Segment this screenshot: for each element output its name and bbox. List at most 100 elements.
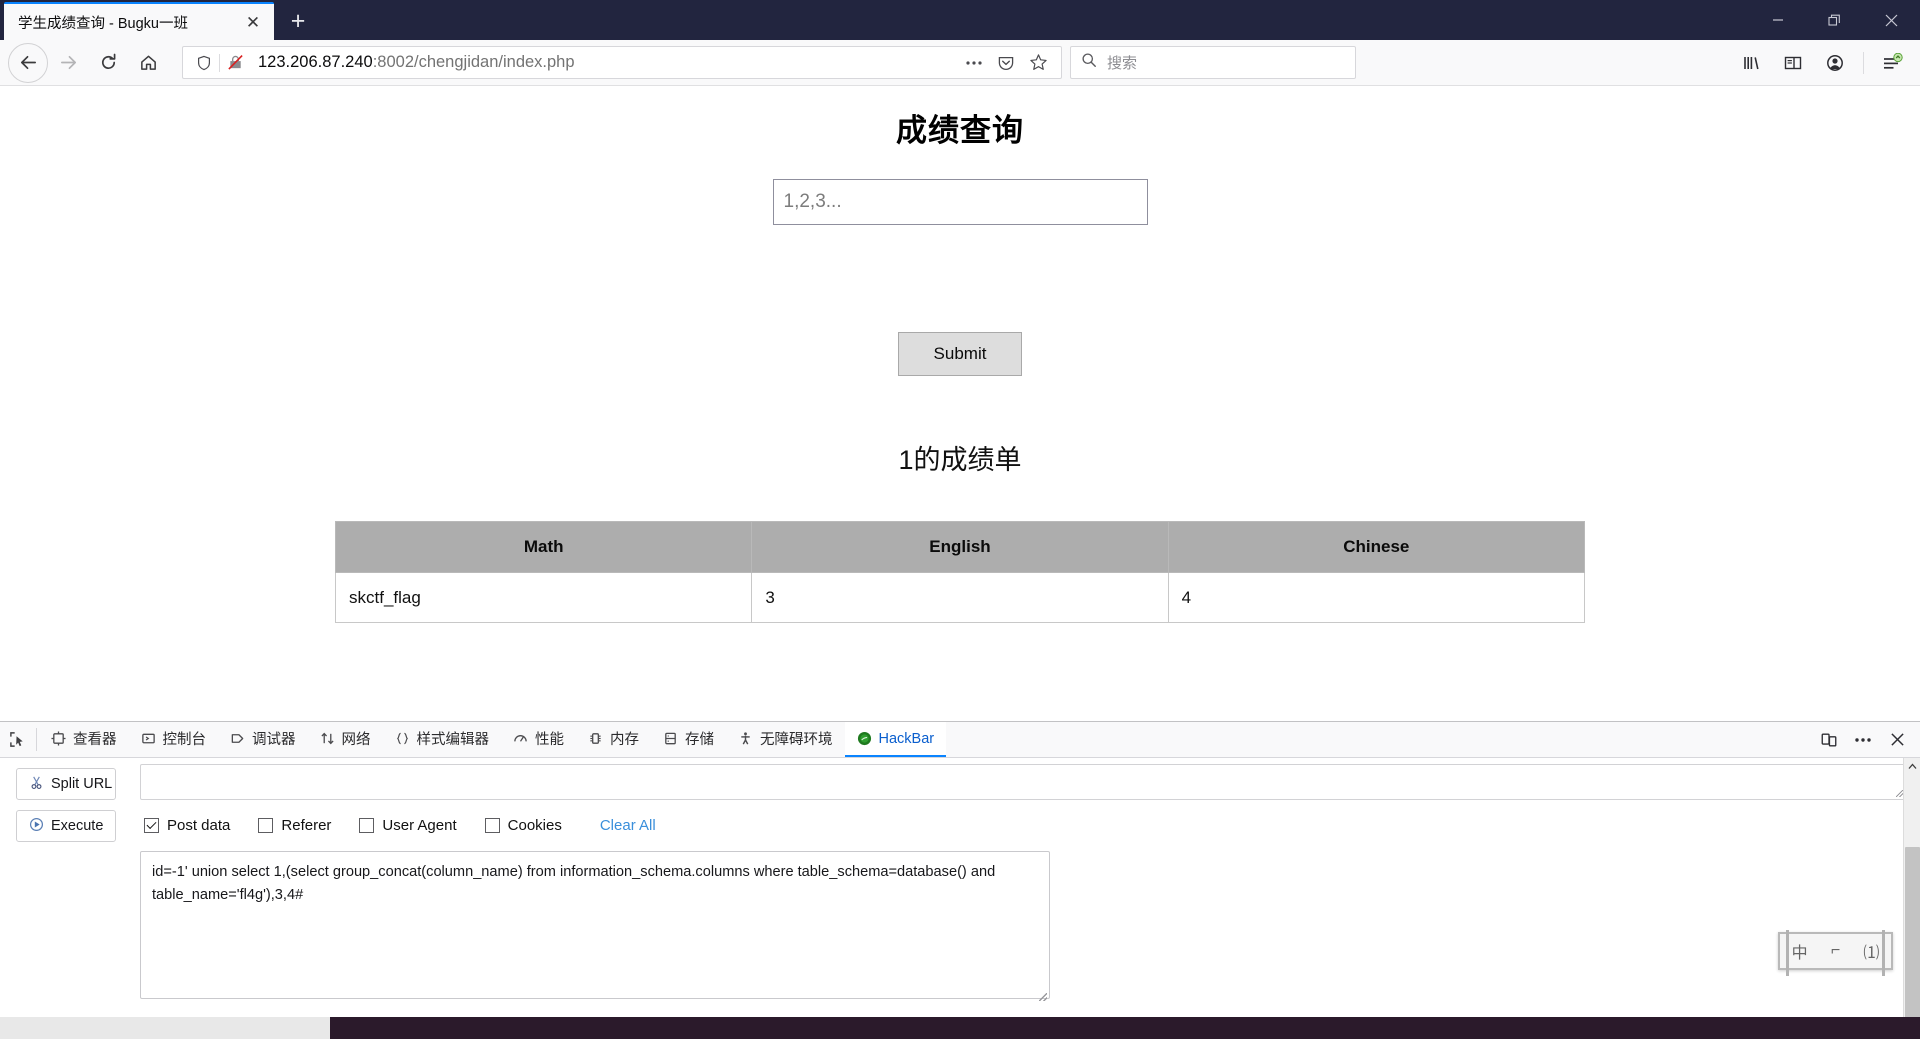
table-header-row: Math English Chinese	[334, 521, 1586, 573]
devtools-panel: 查看器 控制台 调试器 网络 样式编辑器 性能 内存 存储 无障碍环境 Hack…	[0, 721, 1920, 1017]
hackbar-url-input[interactable]	[140, 764, 1906, 800]
hamburger-menu-icon[interactable]	[1872, 45, 1912, 81]
url-bar[interactable]: 123.206.87.240:8002/chengjidan/index.php	[182, 46, 1062, 79]
clear-all-link[interactable]: Clear All	[600, 817, 656, 834]
pocket-icon[interactable]	[991, 49, 1021, 77]
forward-arrow-icon[interactable]	[48, 43, 88, 83]
execute-label: Execute	[51, 818, 104, 834]
ime-left-handle	[1786, 930, 1789, 976]
devtools-toolbar-right	[1814, 722, 1920, 757]
split-url-label: Split URL	[51, 776, 113, 792]
tab-label: 网络	[341, 732, 371, 748]
post-data-checkbox[interactable]	[144, 817, 159, 833]
library-icon[interactable]	[1731, 45, 1771, 81]
shield-icon[interactable]	[191, 55, 217, 71]
minimize-button[interactable]	[1749, 0, 1806, 40]
element-picker-icon[interactable]	[0, 722, 34, 757]
ime-toolbar[interactable]: 中 ⌐ ⑴	[1778, 930, 1893, 976]
play-icon	[29, 817, 44, 836]
storage-icon	[663, 731, 678, 746]
split-url-button[interactable]: Split URL	[16, 768, 116, 800]
cell-english: 3	[751, 572, 1169, 623]
scroll-up-arrow-icon[interactable]	[1904, 758, 1920, 775]
scrollbar-track[interactable]	[1904, 775, 1920, 1017]
ime-right-handle	[1882, 930, 1885, 976]
option-label: Post data	[167, 816, 231, 834]
user-agent-checkbox[interactable]	[359, 817, 375, 833]
option-referer[interactable]: Referer	[258, 817, 331, 834]
option-user-agent[interactable]: User Agent	[359, 817, 457, 834]
urlbar-divider	[219, 53, 220, 72]
student-id-input[interactable]	[772, 179, 1148, 225]
tab-inspector[interactable]: 查看器	[39, 722, 129, 757]
search-placeholder: 搜索	[1107, 55, 1138, 72]
tab-close-icon[interactable]: ✕	[240, 9, 266, 35]
ime-punctuation-toggle[interactable]: ⌐	[1831, 942, 1840, 960]
hackbar-panel: Split URL Execute Post data Referer User…	[0, 758, 1920, 1017]
tab-label: 调试器	[252, 732, 296, 748]
search-bar[interactable]: 搜索	[1070, 46, 1356, 79]
devtools-toolbar: 查看器 控制台 调试器 网络 样式编辑器 性能 内存 存储 无障碍环境 Hack…	[0, 722, 1920, 758]
option-label: Referer	[281, 816, 332, 834]
broken-lock-icon[interactable]	[222, 54, 248, 71]
tab-label: 查看器	[73, 732, 117, 748]
accessibility-icon	[738, 731, 753, 746]
back-arrow-icon[interactable]	[8, 42, 48, 83]
restore-button[interactable]	[1806, 0, 1863, 40]
sidebar-icon[interactable]	[1773, 45, 1813, 81]
star-icon[interactable]	[1023, 49, 1053, 77]
tab-title: 学生成绩查询 - Bugku一班	[18, 15, 188, 32]
taskbar-window-item[interactable]	[0, 1017, 330, 1039]
hackbar-main: Post data Referer User Agent Cookies Cle…	[140, 758, 1920, 1017]
tab-memory[interactable]: 内存	[576, 722, 651, 757]
debugger-icon	[230, 731, 245, 746]
grades-table-wrap: Math English Chinese skctf_flag 3 4	[0, 521, 1920, 623]
new-tab-button[interactable]: +	[280, 3, 316, 39]
performance-icon	[513, 731, 528, 746]
os-taskbar	[0, 1017, 1920, 1039]
tab-label: 内存	[610, 732, 639, 748]
reload-icon[interactable]	[88, 43, 128, 83]
query-form	[0, 179, 1920, 225]
page-title: 成绩查询	[896, 113, 1024, 148]
meatball-menu-icon[interactable]	[1848, 725, 1878, 755]
result-title: 1的成绩单	[898, 445, 1022, 475]
tab-network[interactable]: 网络	[308, 722, 383, 757]
scrollbar-thumb[interactable]	[1904, 847, 1920, 1017]
ime-mode-chinese[interactable]: 中	[1792, 939, 1808, 963]
cookies-checkbox[interactable]	[484, 817, 500, 833]
console-icon	[141, 731, 156, 746]
option-post-data[interactable]: Post data	[144, 817, 230, 834]
ellipsis-icon[interactable]	[959, 49, 989, 77]
tab-console[interactable]: 控制台	[129, 722, 219, 757]
column-header-chinese: Chinese	[1167, 521, 1586, 573]
tab-style-editor[interactable]: 样式编辑器	[383, 722, 502, 757]
tab-hackbar[interactable]: HackBar	[844, 722, 947, 757]
hackbar-options: Post data Referer User Agent Cookies Cle…	[140, 808, 1906, 842]
ime-simplified-toggle[interactable]: ⑴	[1863, 939, 1879, 963]
account-icon[interactable]	[1815, 45, 1855, 81]
toolbar-divider	[1863, 51, 1864, 74]
column-header-math: Math	[334, 521, 753, 573]
tab-debugger[interactable]: 调试器	[218, 722, 308, 757]
window-close-button[interactable]	[1863, 0, 1920, 40]
devtools-close-icon[interactable]	[1882, 725, 1912, 755]
responsive-design-mode-icon[interactable]	[1814, 725, 1844, 755]
devtools-scrollbar[interactable]	[1903, 758, 1920, 1017]
tab-storage[interactable]: 存储	[651, 722, 726, 757]
cell-chinese: 4	[1167, 572, 1586, 623]
option-label: Cookies	[507, 816, 562, 834]
execute-button[interactable]: Execute	[16, 810, 116, 842]
referer-checkbox[interactable]	[258, 817, 274, 833]
post-data-textarea[interactable]	[140, 851, 1050, 999]
network-icon	[320, 731, 335, 746]
tab-performance[interactable]: 性能	[501, 722, 576, 757]
devtools-tabs: 查看器 控制台 调试器 网络 样式编辑器 性能 内存 存储 无障碍环境 Hack…	[39, 722, 947, 757]
submit-button[interactable]: Submit	[898, 332, 1022, 376]
tab-strip: 学生成绩查询 - Bugku一班 ✕ +	[0, 0, 316, 40]
browser-tab[interactable]: 学生成绩查询 - Bugku一班 ✕	[4, 2, 274, 40]
url-text[interactable]: 123.206.87.240:8002/chengjidan/index.php	[248, 53, 959, 72]
tab-accessibility[interactable]: 无障碍环境	[726, 722, 845, 757]
home-icon[interactable]	[128, 43, 168, 83]
option-cookies[interactable]: Cookies	[484, 816, 562, 834]
